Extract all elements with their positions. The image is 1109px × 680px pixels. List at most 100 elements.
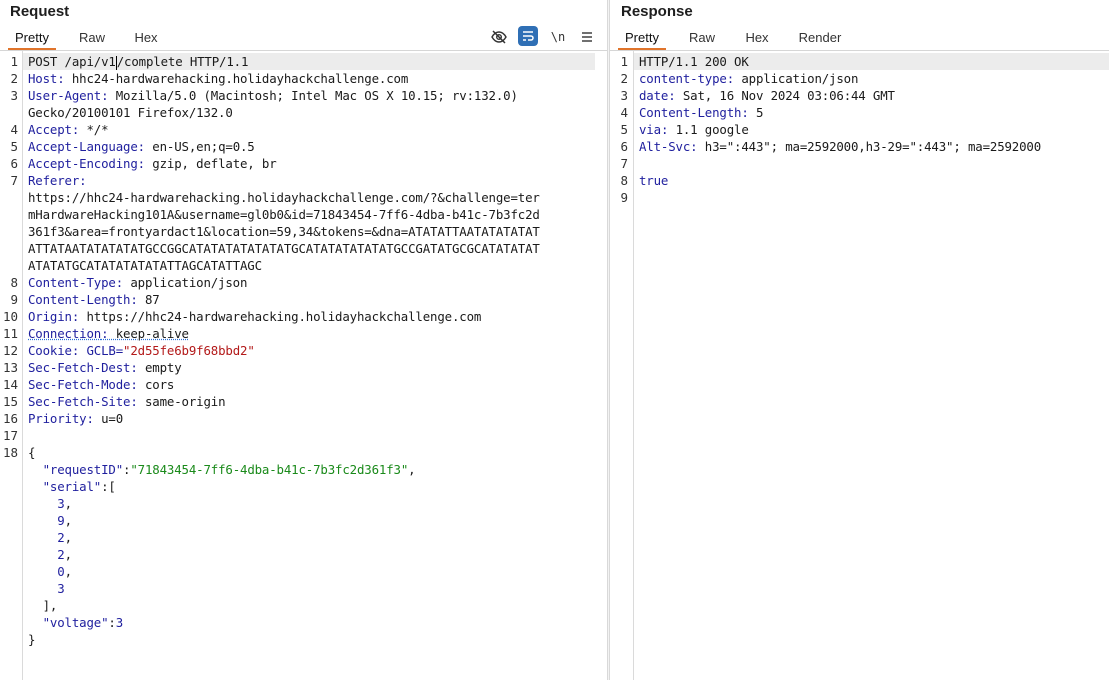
- line-number: 9: [10, 292, 18, 307]
- header-name: Alt-Svc: [639, 139, 691, 154]
- header-name: Priority: [28, 411, 87, 426]
- line-number: 15: [2, 394, 18, 409]
- header-name: Sec-Fetch-Mode: [28, 377, 131, 392]
- header-name: Accept: [28, 122, 72, 137]
- header-name: Accept-Encoding: [28, 156, 138, 171]
- header-name: Host: [28, 71, 58, 86]
- line-number: 2: [620, 71, 628, 86]
- referer-line: 361f3&area=frontyardact1&location=59,34&…: [28, 224, 540, 239]
- header-line: date: Sat, 16 Nov 2024 03:06:44 GMT: [639, 88, 895, 103]
- header-value: https://hhc24-hardwarehacking.holidayhac…: [86, 309, 482, 324]
- header-value: cors: [144, 377, 175, 392]
- header-value: en-US,en;q=0.5: [152, 139, 255, 154]
- header-line: Accept: */*: [28, 122, 109, 137]
- header-value: u=0: [101, 411, 124, 426]
- header-name: Content-Length: [28, 292, 131, 307]
- header-line: Accept-Language: en-US,en;q=0.5: [28, 139, 255, 154]
- header-line: User-Agent: Mozilla/5.0 (Macintosh; Inte…: [28, 88, 518, 103]
- header-line: Priority: u=0: [28, 411, 124, 426]
- line-number: 5: [620, 122, 628, 137]
- line-number: 1: [620, 54, 628, 69]
- json-key: "serial": [42, 479, 102, 494]
- tab-pretty[interactable]: Pretty: [618, 27, 666, 50]
- request-editor[interactable]: 1 2 3 4 5 6 7 8 9 10 11 12 13 14 15 16 1…: [0, 51, 607, 680]
- response-pane: Response Pretty Raw Hex Render 1 2 3 4 5…: [610, 0, 1109, 680]
- line-number: 6: [620, 139, 628, 154]
- json-bracket: ],: [42, 598, 58, 613]
- line-number: 11: [2, 326, 18, 341]
- header-line: Host: hhc24-hardwarehacking.holidayhackc…: [28, 71, 409, 86]
- response-title: Response: [621, 3, 693, 20]
- tab-render[interactable]: Render: [791, 27, 849, 50]
- header-name: date: [639, 88, 669, 103]
- header-value: h3=":443"; ma=2592000,h3-29=":443"; ma=2…: [704, 139, 1042, 154]
- wrap-lines-icon[interactable]: [518, 26, 538, 46]
- line-number: 7: [620, 156, 628, 171]
- header-line: Accept-Encoding: gzip, deflate, br: [28, 156, 277, 171]
- referer-line: ATTATAATATATATATGCCGGCATATATATATATATGCAT…: [28, 241, 540, 256]
- header-value: */*: [86, 122, 109, 137]
- header-name: Connection: [28, 326, 102, 341]
- header-line: Connection: keep-alive: [28, 326, 189, 341]
- header-name: Accept-Language: [28, 139, 138, 154]
- header-name: Cookie: [28, 343, 72, 358]
- request-line-rest: /complete HTTP/1.1: [116, 54, 249, 69]
- json-array-item: 3: [28, 580, 64, 597]
- header-value: 87: [144, 292, 160, 307]
- request-tabs: Pretty Raw Hex: [0, 27, 607, 51]
- json-array-item: 2,: [57, 530, 72, 545]
- status-line: HTTP/1.1 200 OK: [639, 54, 749, 69]
- line-number: 6: [10, 156, 18, 171]
- header-name: User-Agent: [28, 88, 102, 103]
- header-name: via: [639, 122, 661, 137]
- eye-slash-icon[interactable]: [489, 27, 509, 47]
- response-editor[interactable]: 1 2 3 4 5 6 7 8 9 HTTP/1.1 200 OK conten…: [610, 51, 1109, 680]
- request-line: POST /api/v1/complete HTTP/1.1: [28, 53, 248, 70]
- tab-pretty[interactable]: Pretty: [8, 27, 56, 50]
- json-number: 3: [57, 496, 65, 511]
- menu-icon[interactable]: [577, 27, 597, 47]
- header-line: Referer:: [28, 173, 87, 188]
- newline-toggle[interactable]: \n: [548, 27, 568, 47]
- line-number: 5: [10, 139, 18, 154]
- json-number: 3: [115, 615, 124, 630]
- line-number: 16: [2, 411, 18, 426]
- json-line-serial: "serial":[: [42, 479, 116, 494]
- header-value: hhc24-hardwarehacking.holidayhackchallen…: [71, 71, 409, 86]
- json-number: 2: [57, 547, 65, 562]
- header-value: 1.1 google: [675, 122, 749, 137]
- header-name: Referer: [28, 173, 80, 188]
- header-line: Sec-Fetch-Site: same-origin: [28, 394, 226, 409]
- line-number: 10: [2, 309, 18, 324]
- json-number: 9: [57, 513, 65, 528]
- referer-line: mHardwareHacking101A&username=gl0b0&id=7…: [28, 207, 540, 222]
- header-line: Sec-Fetch-Mode: cors: [28, 377, 175, 392]
- line-number: 18: [2, 445, 18, 460]
- referer-line: ATATATGCATATATATATATTAGCATATTAGC: [28, 258, 262, 273]
- header-line: Content-Length: 87: [28, 292, 160, 307]
- header-line: Alt-Svc: h3=":443"; ma=2592000,h3-29=":4…: [639, 139, 1042, 154]
- tab-hex[interactable]: Hex: [126, 27, 166, 50]
- header-line-continued: Gecko/20100101 Firefox/132.0: [28, 105, 233, 120]
- header-value: empty: [144, 360, 182, 375]
- header-line: via: 1.1 google: [639, 122, 749, 137]
- header-name: Content-Length: [639, 105, 742, 120]
- json-array-item: 9,: [57, 513, 72, 528]
- line-number: 17: [2, 428, 18, 443]
- json-line-voltage: "voltage":3: [42, 615, 124, 630]
- response-tabs: Pretty Raw Hex Render: [610, 27, 1109, 51]
- tab-hex[interactable]: Hex: [737, 27, 777, 50]
- header-value: 5: [755, 105, 764, 120]
- tab-raw[interactable]: Raw: [70, 27, 114, 50]
- header-line: Cookie: GCLB="2d55fe6b9f68bbd2": [28, 343, 255, 358]
- tab-raw[interactable]: Raw: [680, 27, 724, 50]
- line-number: 4: [620, 105, 628, 120]
- json-string: "71843454-7ff6-4dba-b41c-7b3fc2d361f3": [130, 462, 409, 477]
- line-number: 8: [10, 275, 18, 290]
- header-value: Sat, 16 Nov 2024 03:06:44 GMT: [682, 88, 895, 103]
- json-number: 2: [57, 530, 65, 545]
- json-array-item: 0,: [57, 564, 72, 579]
- header-line: Origin: https://hhc24-hardwarehacking.ho…: [28, 309, 482, 324]
- json-open-brace: {: [28, 445, 36, 460]
- header-name: Content-Type: [28, 275, 116, 290]
